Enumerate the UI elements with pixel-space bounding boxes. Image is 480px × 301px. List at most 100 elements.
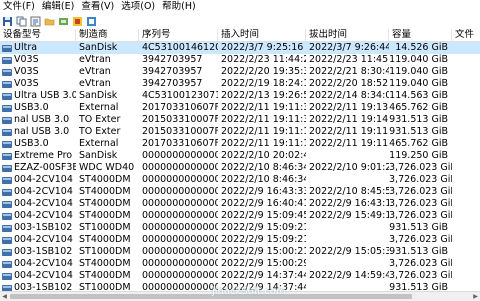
menu-help[interactable]: 帮助(H) bbox=[159, 0, 200, 14]
cell-text: 004-2CV104 bbox=[14, 174, 73, 185]
usb-drive-icon bbox=[2, 45, 12, 52]
usb-drive-icon bbox=[2, 273, 12, 280]
properties-icon[interactable] bbox=[30, 16, 41, 27]
table-row[interactable]: USB3.0 External 201703310607F 2022/2/11 19:… bbox=[0, 138, 480, 150]
table-row[interactable]: 003-1SB102ST1000DM000000000000000...2022… bbox=[0, 222, 480, 234]
menu-edit[interactable]: 编辑(E) bbox=[39, 0, 78, 14]
cell-text: 3,726.023 GiB bbox=[389, 270, 452, 281]
table-row[interactable]: nal USB 3.0 TO Exter 201503310007F 2022/2/1… bbox=[0, 126, 480, 138]
cell-text: 000000000000000... bbox=[142, 258, 218, 269]
usb-drive-icon bbox=[2, 81, 12, 88]
cell-text: 2022/2/11 19:11:32 bbox=[309, 138, 389, 149]
cell-text: 000000000000000... bbox=[142, 246, 218, 257]
menu-view[interactable]: 查看(V) bbox=[78, 0, 118, 14]
cell-manufacturer: SanDisk bbox=[76, 90, 139, 102]
table-row[interactable]: 003-1SB102ST1000DM000000000000000...2022… bbox=[0, 246, 480, 258]
cell-capacity: 465.762 GiB bbox=[389, 102, 452, 114]
usb-drive-icon bbox=[2, 153, 12, 160]
cell-manufacturer: ST4000DM bbox=[76, 174, 139, 186]
cell-serial: 000000000000000... bbox=[139, 162, 218, 174]
table-row[interactable]: V03S eVtran 3942703957 2022/2/19 18:24:18 20… bbox=[0, 78, 480, 90]
column-header-capacity[interactable]: 容量 bbox=[389, 29, 452, 41]
list-header: 设备型号 制造商 序列号 插入时间 拔出时间 容量 文件 bbox=[0, 29, 480, 42]
cell-text: 2022/2/11 19:11:17 bbox=[221, 138, 306, 149]
cell-text: 2022/2/9 15:09:45 bbox=[221, 210, 306, 221]
cell-text: 003-1SB102 bbox=[14, 246, 73, 257]
cell-serial: 000000000000000... bbox=[139, 282, 218, 291]
cell-text: SanDisk bbox=[79, 150, 118, 161]
scroll-thumb[interactable] bbox=[10, 294, 412, 299]
table-row[interactable]: Ultra USB 3.0SanDisk4C5310012307140...20… bbox=[0, 90, 480, 102]
table-row[interactable]: 004-2CV104ST4000DM000000000000000...2022… bbox=[0, 258, 480, 270]
cell-text: 000000000000000... bbox=[142, 174, 218, 185]
table-row[interactable]: V03S eVtran 3942703957 2022/2/23 11:44:27 20… bbox=[0, 54, 480, 66]
cell-text: nal USB 3.0 bbox=[14, 126, 70, 137]
cell-text: ST4000DM bbox=[79, 186, 131, 197]
cell-text: nal USB 3.0 bbox=[14, 114, 70, 125]
cell-inserted: 2022/2/20 19:35:32 bbox=[218, 66, 306, 78]
table-row[interactable]: UltraSanDisk4C5310014612050...2022/3/7 9… bbox=[0, 42, 480, 54]
table-row[interactable]: 004-2CV104ST4000DM000000000000000...2022… bbox=[0, 210, 480, 222]
table-row[interactable]: EZAZ-00SF3B0WDC WD40000000000000000...20… bbox=[0, 162, 480, 174]
cell-capacity: 119.040 GiB bbox=[389, 66, 452, 78]
table-row[interactable]: 004-2CV104ST4000DM000000000000000...2022… bbox=[0, 234, 480, 246]
cell-model: Ultra USB 3.0 bbox=[0, 90, 76, 102]
cell-text: 2022/2/9 16:43:33 bbox=[221, 186, 306, 197]
menu-file[interactable]: 文件(F) bbox=[0, 0, 39, 14]
cell-inserted: 2022/2/9 15:00:21 bbox=[218, 246, 306, 258]
cell-text: ST4000DM bbox=[79, 210, 131, 221]
column-header-removed[interactable]: 拔出时间 bbox=[306, 29, 389, 41]
cell-manufacturer: ST4000DM bbox=[76, 210, 139, 222]
cell-text: 2022/2/20 18:52:21 bbox=[309, 78, 389, 89]
usb-drive-icon bbox=[2, 117, 12, 124]
cell-manufacturer: ST1000DM bbox=[76, 282, 139, 291]
copy-icon[interactable] bbox=[16, 16, 27, 27]
exit-icon[interactable] bbox=[86, 16, 97, 27]
cell-model: nal USB 3.0 bbox=[0, 114, 76, 126]
table-row[interactable]: 004-2CV104ST4000DM000000000000000...2022… bbox=[0, 174, 480, 186]
cell-text: Extreme Pro bbox=[14, 150, 73, 161]
cell-text: 004-2CV104 bbox=[14, 210, 73, 221]
table-row[interactable]: nal USB 3.0 TO Exter 201503310007F 2022/2/1… bbox=[0, 114, 480, 126]
cell-text: 000000000000000... bbox=[142, 150, 218, 161]
cell-text: 931.513 GiB bbox=[389, 246, 448, 257]
table-row[interactable]: Extreme Pro SanDisk 000000000000000...2022… bbox=[0, 150, 480, 162]
column-header-model[interactable]: 设备型号 bbox=[0, 29, 76, 41]
cell-serial: 000000000000000... bbox=[139, 186, 218, 198]
cell-text: 3942703957 bbox=[142, 78, 203, 89]
device-list[interactable]: 设备型号 制造商 序列号 插入时间 拔出时间 容量 文件 Ultra SanDis… bbox=[0, 29, 480, 291]
column-header-inserted[interactable]: 插入时间 bbox=[218, 29, 306, 41]
table-row[interactable]: V03S eVtran 3942703957 2022/2/20 19:35:32 20… bbox=[0, 66, 480, 78]
about-icon[interactable] bbox=[72, 16, 83, 27]
table-row[interactable]: 004-2CV104ST4000DM000000000000000...2022… bbox=[0, 198, 480, 210]
table-row[interactable]: 004-2CV104ST4000DM000000000000000...2022… bbox=[0, 186, 480, 198]
cell-model: Ultra bbox=[0, 42, 76, 54]
cell-manufacturer: External bbox=[76, 138, 139, 150]
column-header-filesystem[interactable]: 文件 bbox=[452, 29, 480, 41]
cell-removed bbox=[306, 222, 389, 234]
column-header-manufacturer[interactable]: 制造商 bbox=[76, 29, 139, 41]
menu-options[interactable]: 选项(O) bbox=[118, 0, 159, 14]
column-header-serial[interactable]: 序列号 bbox=[139, 29, 218, 41]
cell-model: V03S bbox=[0, 66, 76, 78]
cell-inserted: 2022/2/9 15:09:21 bbox=[218, 234, 306, 246]
cell-text: Ultra USB 3.0 bbox=[14, 90, 76, 101]
cell-text: V03S bbox=[14, 78, 39, 89]
cell-removed: 2022/2/9 15:49:18 bbox=[306, 210, 389, 222]
cell-text: 000000000000000... bbox=[142, 198, 218, 209]
cell-capacity: 119.040 GiB bbox=[389, 54, 452, 66]
cell-manufacturer: SanDisk bbox=[76, 42, 139, 54]
table-row[interactable]: 004-2CV104ST4000DM000000000000000...2022… bbox=[0, 270, 480, 282]
folder-icon[interactable] bbox=[44, 16, 55, 27]
cell-removed: 2022/2/9 15:05:38 bbox=[306, 246, 389, 258]
refresh-icon[interactable] bbox=[58, 16, 69, 27]
cell-capacity: 931.513 GiB bbox=[389, 126, 452, 138]
cell-manufacturer: ST4000DM bbox=[76, 258, 139, 270]
cell-text: 2022/2/9 16:43:11 bbox=[309, 198, 389, 209]
table-row[interactable]: USB3.0 External 201703310607F 2022/2/11 19:… bbox=[0, 102, 480, 114]
cell-model: 004-2CV104 bbox=[0, 270, 76, 282]
cell-serial: 000000000000000... bbox=[139, 174, 218, 186]
cell-text: 2022/2/21 8:30:42 bbox=[309, 66, 389, 77]
save-icon[interactable] bbox=[2, 16, 13, 27]
cell-removed: 2022/2/9 16:43:11 bbox=[306, 198, 389, 210]
